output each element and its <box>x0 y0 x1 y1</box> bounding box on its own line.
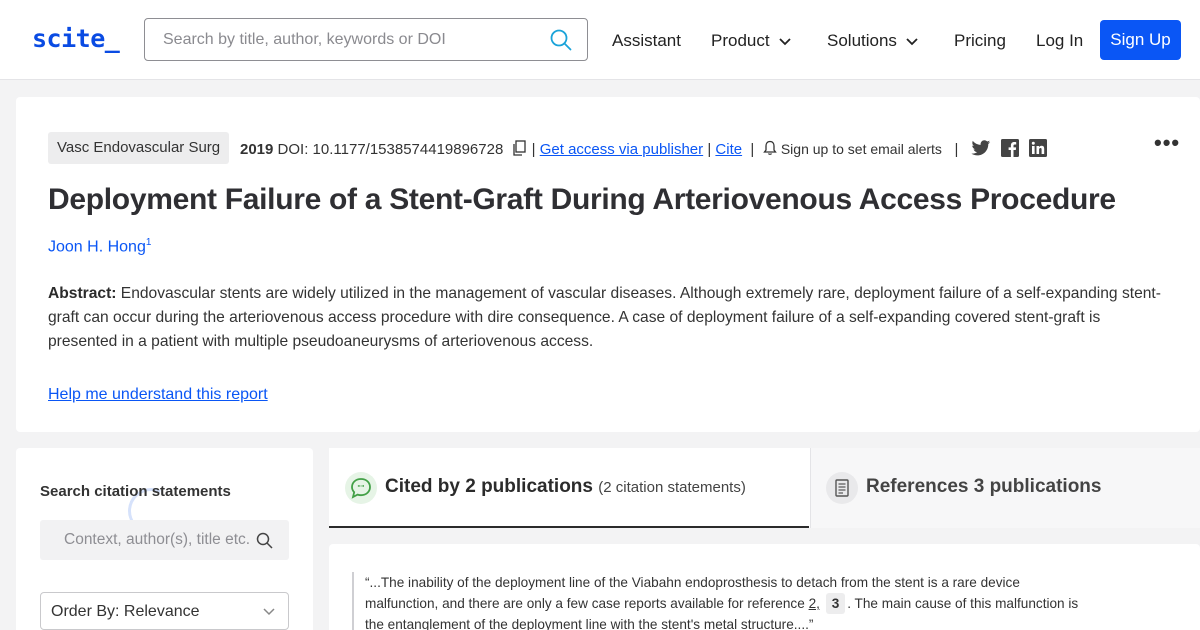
help-understand-link[interactable]: Help me understand this report <box>48 386 268 404</box>
meta-sep: | <box>707 141 712 158</box>
email-alert-link[interactable]: Sign up to set email alerts <box>781 141 942 157</box>
references-icon <box>826 472 858 504</box>
nav-assistant[interactable]: Assistant <box>612 31 681 51</box>
chevron-down-icon <box>906 37 918 45</box>
order-by-value: Order By: Relevance <box>51 603 200 620</box>
get-access-link[interactable]: Get access via publisher <box>540 141 703 158</box>
nav-product[interactable]: Product <box>711 31 792 51</box>
author-link[interactable]: Joon H. Hong1 <box>48 237 151 256</box>
search-icon[interactable] <box>256 532 273 549</box>
abstract-text: Endovascular stents are widely utilized … <box>48 285 1161 350</box>
article-meta: 2019 DOI: 10.1177/1538574419896728 | Get… <box>240 139 1048 158</box>
chevron-down-icon <box>263 608 275 616</box>
article-title: Deployment Failure of a Stent-Graft Duri… <box>48 183 1116 216</box>
twitter-icon[interactable] <box>971 140 991 157</box>
signup-button[interactable]: Sign Up <box>1100 20 1181 60</box>
abstract: Abstract: Endovascular stents are widely… <box>48 282 1173 354</box>
cite-link[interactable]: Cite <box>715 141 742 158</box>
more-options-button[interactable]: ••• <box>1154 130 1180 156</box>
meta-sep: | <box>946 141 967 158</box>
search-citations-heading: Search citation statements <box>40 483 231 500</box>
citation-search-placeholder: Context, author(s), title etc. <box>64 531 251 548</box>
abstract-label: Abstract: <box>48 285 117 302</box>
search-input[interactable]: Search by title, author, keywords or DOI <box>144 18 588 61</box>
search-placeholder: Search by title, author, keywords or DOI <box>163 31 446 48</box>
chevron-down-icon <box>778 37 791 45</box>
reference-badge[interactable]: 3 <box>825 593 846 614</box>
meta-sep: | <box>531 141 536 158</box>
search-icon[interactable] <box>549 28 573 52</box>
journal-badge[interactable]: Vasc Endovascular Surg <box>48 132 230 164</box>
cited-by-icon: " " <box>345 472 377 504</box>
cited-by-count: Cited by 2 publications <box>385 476 593 497</box>
citation-search-input[interactable]: Context, author(s), title etc. <box>40 520 289 560</box>
pub-year: 2019 <box>240 141 274 158</box>
svg-text:": " <box>361 484 365 492</box>
scite-logo[interactable]: scite_ <box>32 24 120 53</box>
nav-solutions-label: Solutions <box>827 31 897 50</box>
copy-icon[interactable] <box>511 140 527 156</box>
login-link[interactable]: Log In <box>1036 31 1083 51</box>
author-affiliation: 1 <box>145 237 152 248</box>
linkedin-icon[interactable] <box>1029 139 1048 157</box>
reference-link[interactable]: 2, <box>809 596 820 611</box>
facebook-icon[interactable] <box>1001 139 1020 157</box>
nav-solutions[interactable]: Solutions <box>827 31 919 51</box>
order-by-select[interactable]: Order By: Relevance <box>40 592 289 630</box>
citation-quote: “...The inability of the deployment line… <box>352 572 1082 630</box>
citation-statement-count: (2 citation statements) <box>598 479 746 496</box>
cited-by-label[interactable]: Cited by 2 publications (2 citation stat… <box>385 476 746 498</box>
references-label[interactable]: References 3 publications <box>866 476 1101 498</box>
bell-icon[interactable] <box>762 140 777 156</box>
nav-product-label: Product <box>711 31 770 50</box>
doi-text: DOI: 10.1177/1538574419896728 <box>277 141 504 158</box>
meta-sep: | <box>746 141 759 158</box>
author-name[interactable]: Joon H. Hong <box>48 238 146 255</box>
nav-pricing[interactable]: Pricing <box>954 31 1006 51</box>
